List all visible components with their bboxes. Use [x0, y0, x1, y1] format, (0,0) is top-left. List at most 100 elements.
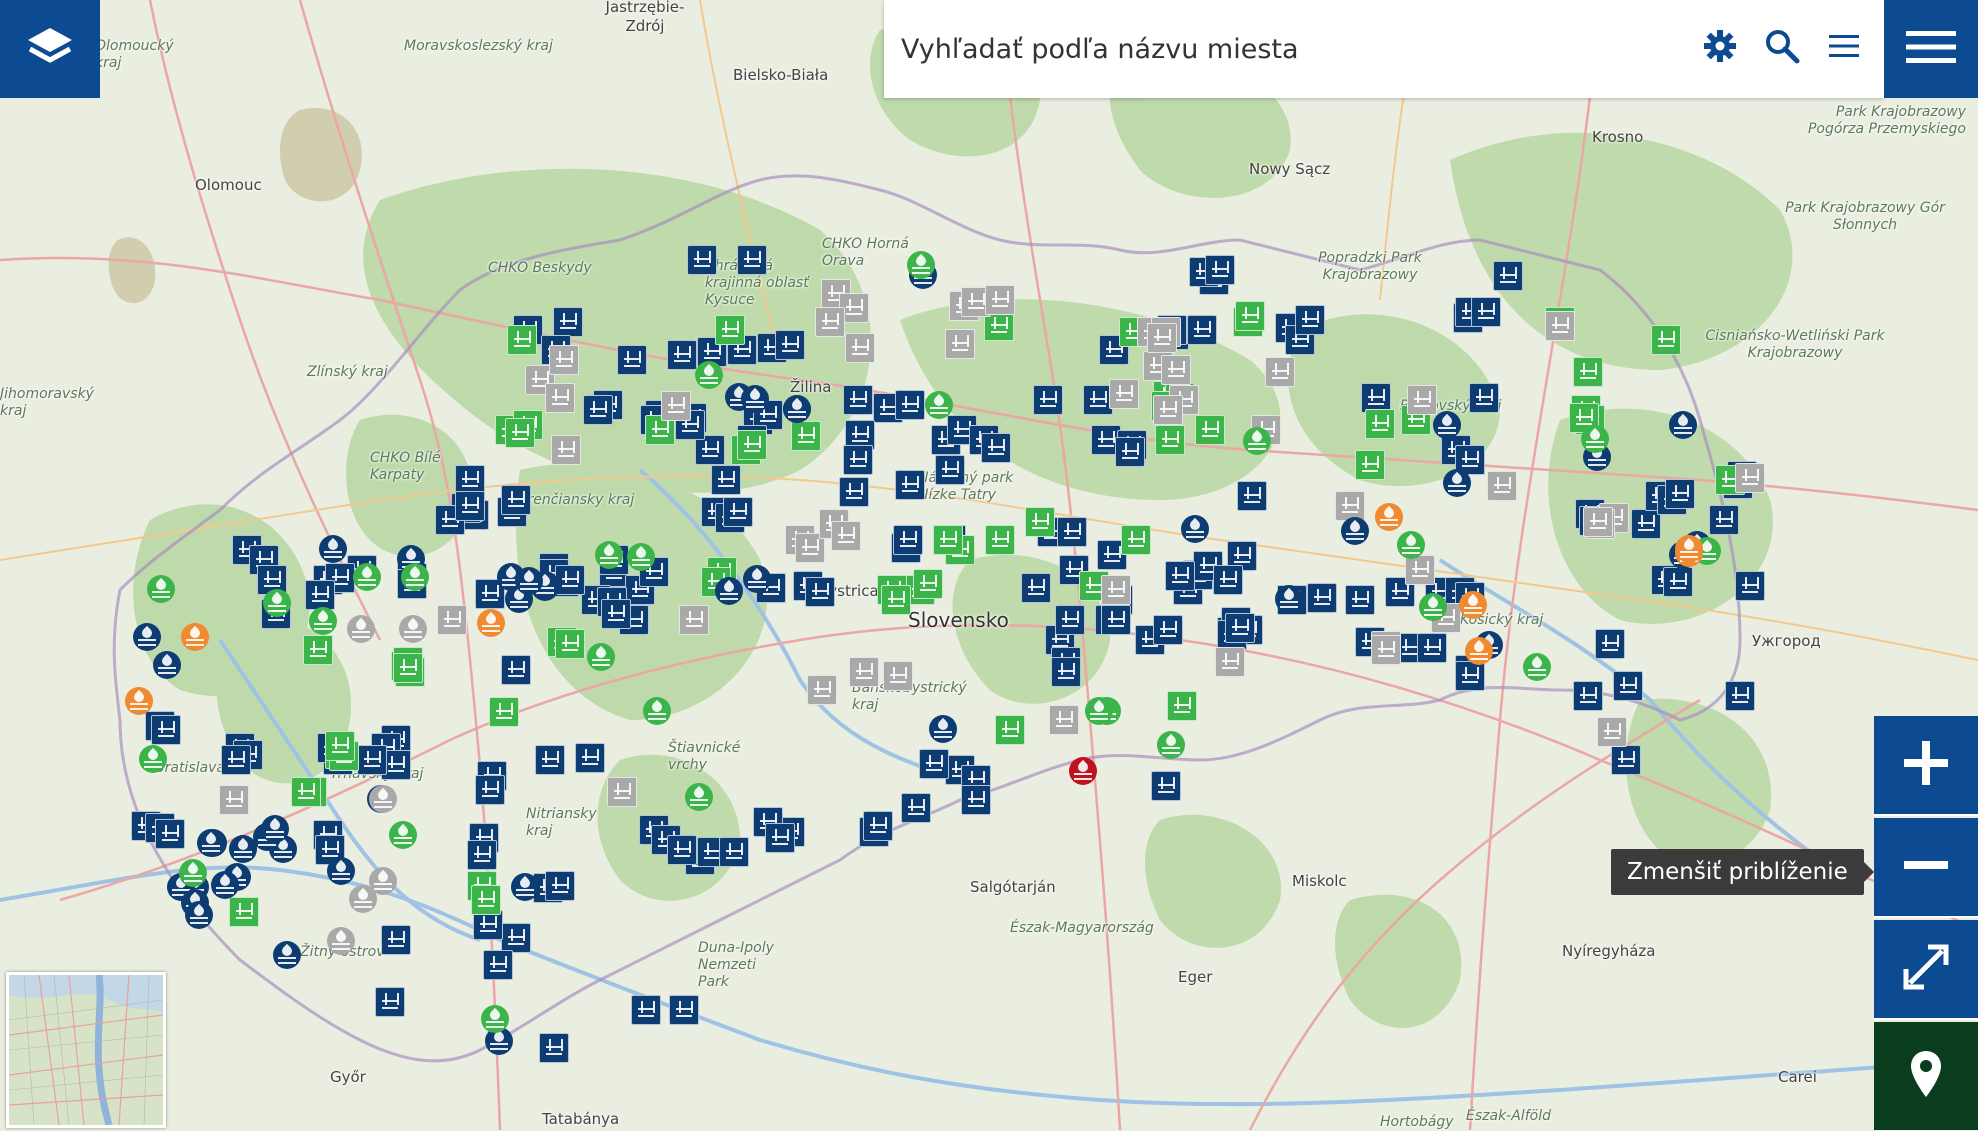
spring-marker[interactable]	[587, 643, 615, 671]
pool-marker[interactable]	[845, 333, 875, 363]
pool-marker[interactable]	[501, 485, 531, 515]
pool-marker[interactable]	[961, 785, 991, 815]
spring-marker[interactable]	[349, 885, 377, 913]
pool-marker[interactable]	[437, 605, 467, 635]
spring-marker[interactable]	[125, 687, 153, 715]
pool-marker[interactable]	[607, 777, 637, 807]
pool-marker[interactable]	[1651, 325, 1681, 355]
pool-marker[interactable]	[467, 840, 497, 870]
pool-marker[interactable]	[545, 871, 575, 901]
list-button[interactable]	[1824, 28, 1864, 68]
pool-marker[interactable]	[995, 715, 1025, 745]
spring-marker[interactable]	[211, 871, 239, 899]
pool-marker[interactable]	[1153, 615, 1183, 645]
spring-marker[interactable]	[153, 651, 181, 679]
search-button[interactable]	[1762, 28, 1802, 68]
layers-button[interactable]	[0, 0, 100, 98]
spring-marker[interactable]	[695, 361, 723, 389]
pool-marker[interactable]	[1161, 355, 1191, 385]
pool-marker[interactable]	[305, 580, 335, 610]
spring-marker[interactable]	[389, 821, 417, 849]
pool-marker[interactable]	[687, 245, 717, 275]
pool-marker[interactable]	[1213, 565, 1243, 595]
pool-marker[interactable]	[501, 655, 531, 685]
spring-marker[interactable]	[1375, 503, 1403, 531]
pool-marker[interactable]	[489, 697, 519, 727]
pool-marker[interactable]	[219, 785, 249, 815]
spring-marker[interactable]	[1341, 517, 1369, 545]
pool-marker[interactable]	[895, 470, 925, 500]
spring-marker[interactable]	[139, 745, 167, 773]
spring-marker[interactable]	[511, 873, 539, 901]
pool-marker[interactable]	[815, 307, 845, 337]
pool-marker[interactable]	[1187, 315, 1217, 345]
pool-marker[interactable]	[501, 923, 531, 953]
pool-marker[interactable]	[1735, 571, 1765, 601]
spring-marker[interactable]	[353, 563, 381, 591]
pool-marker[interactable]	[1735, 463, 1765, 493]
pool-marker[interactable]	[831, 521, 861, 551]
pool-marker[interactable]	[375, 987, 405, 1017]
pool-marker[interactable]	[839, 477, 869, 507]
pool-marker[interactable]	[1195, 415, 1225, 445]
pool-marker[interactable]	[1265, 357, 1295, 387]
pool-marker[interactable]	[1613, 671, 1643, 701]
pool-marker[interactable]	[155, 819, 185, 849]
pool-marker[interactable]	[303, 635, 333, 665]
pool-marker[interactable]	[661, 391, 691, 421]
spring-marker[interactable]	[1433, 411, 1461, 439]
pool-marker[interactable]	[737, 430, 767, 460]
pool-marker[interactable]	[1101, 575, 1131, 605]
pool-marker[interactable]	[933, 525, 963, 555]
spring-marker[interactable]	[1181, 515, 1209, 543]
pool-marker[interactable]	[775, 330, 805, 360]
spring-marker[interactable]	[643, 697, 671, 725]
pool-marker[interactable]	[1725, 681, 1755, 711]
pool-marker[interactable]	[981, 433, 1011, 463]
spring-marker[interactable]	[477, 609, 505, 637]
pool-marker[interactable]	[893, 525, 923, 555]
search-input[interactable]	[899, 32, 1683, 66]
pool-marker[interactable]	[505, 418, 535, 448]
pool-marker[interactable]	[1025, 507, 1055, 537]
pool-marker[interactable]	[1115, 437, 1145, 467]
spring-marker[interactable]	[179, 859, 207, 887]
pool-marker[interactable]	[545, 383, 575, 413]
my-location-button[interactable]	[1874, 1022, 1978, 1130]
spring-marker[interactable]	[1443, 469, 1471, 497]
spring-marker[interactable]	[401, 563, 429, 591]
pool-marker[interactable]	[1355, 450, 1385, 480]
pool-marker[interactable]	[1049, 705, 1079, 735]
pool-marker[interactable]	[711, 465, 741, 495]
pool-marker[interactable]	[719, 837, 749, 867]
pool-marker[interactable]	[1167, 691, 1197, 721]
pool-marker[interactable]	[1365, 409, 1395, 439]
spring-marker[interactable]	[1397, 531, 1425, 559]
pool-marker[interactable]	[1151, 771, 1181, 801]
spring-marker[interactable]	[481, 1005, 509, 1033]
spring-marker[interactable]	[1157, 731, 1185, 759]
pool-marker[interactable]	[667, 340, 697, 370]
spring-marker[interactable]	[929, 715, 957, 743]
pool-marker[interactable]	[583, 395, 613, 425]
pool-marker[interactable]	[1155, 425, 1185, 455]
spring-marker[interactable]	[515, 567, 543, 595]
pool-marker[interactable]	[1307, 583, 1337, 613]
spring-marker[interactable]	[347, 615, 375, 643]
pool-marker[interactable]	[863, 811, 893, 841]
pool-marker[interactable]	[919, 749, 949, 779]
fullscreen-button[interactable]	[1874, 920, 1978, 1020]
pool-marker[interactable]	[901, 793, 931, 823]
spring-marker[interactable]	[743, 565, 771, 593]
spring-marker[interactable]	[1465, 637, 1493, 665]
pool-marker[interactable]	[669, 995, 699, 1025]
spring-marker[interactable]	[147, 575, 175, 603]
spring-marker[interactable]	[925, 391, 953, 419]
pool-marker[interactable]	[1469, 383, 1499, 413]
spring-marker[interactable]	[327, 857, 355, 885]
pool-marker[interactable]	[575, 743, 605, 773]
pool-marker[interactable]	[895, 390, 925, 420]
pool-marker[interactable]	[393, 653, 423, 683]
pool-marker[interactable]	[1371, 635, 1401, 665]
spring-marker[interactable]	[369, 785, 397, 813]
